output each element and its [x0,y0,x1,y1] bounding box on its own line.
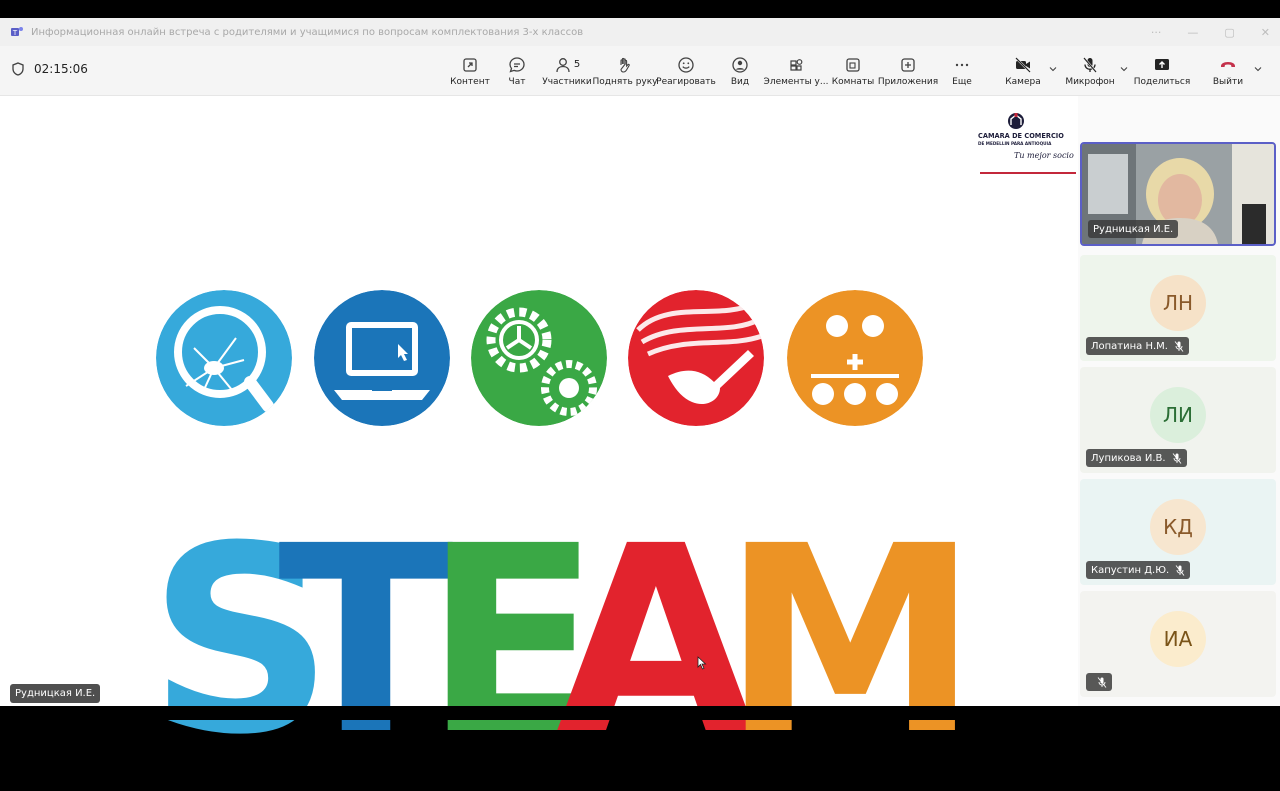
more-button[interactable]: Еще [946,46,978,96]
screen-top-bar [0,0,1280,18]
presenter-name-label: Рудницкая И.Е. [10,684,101,703]
participant-name-chip: Лопатина Н.М. [1086,337,1189,355]
participant-name-chip: Лупикова И.В. [1086,449,1187,467]
technology-laptop-icon [314,290,450,426]
participant-name: Капустин Д.Ю. [1091,564,1170,576]
participant-name-chip: Рудницкая И.Е. [1088,220,1179,238]
view-icon [732,56,748,73]
raise-hand-button[interactable]: Поднять руку [593,46,658,96]
participant-tile[interactable]: ЛИ Лупикова И.В. [1080,367,1276,473]
camera-button[interactable]: Камера [1002,46,1044,96]
participants-count: 5 [573,59,581,70]
logo-line2: DE MEDELLIN PARA ANTIOQUIA [978,141,1052,146]
leave-options-chevron-icon[interactable] [1253,64,1263,74]
share-content-icon [463,57,477,72]
mic-off-icon [1175,564,1185,576]
avatar: ЛН [1150,275,1206,331]
chamber-of-commerce-logo: CAMARA DE COMERCIO DE MEDELLIN PARA ANTI… [978,113,1074,160]
steam-letter-m: M [722,491,979,791]
participant-tile[interactable]: ЛН Лопатина Н.М. [1080,255,1276,361]
participants-rail: Рудницкая И.Е. ЛН Лопатина Н.М. ЛИ Лупик… [1078,96,1280,706]
title-bar: T Информационная онлайн встреча с родите… [0,18,1280,46]
share-button[interactable]: Поделиться [1134,46,1190,96]
engineering-gears-icon [471,290,607,426]
mic-off-icon [1172,452,1181,464]
participant-name: Рудницкая И.Е. [1093,223,1174,235]
art-brush-icon [628,290,764,426]
avatar: ЛИ [1150,387,1206,443]
maximize-icon[interactable]: ▢ [1224,26,1234,39]
hang-up-icon [1221,61,1235,67]
react-button[interactable]: Реагировать [656,46,716,96]
participant-tile-video[interactable]: Рудницкая И.Е. [1080,142,1276,246]
participant-name: Лупикова И.В. [1091,452,1166,464]
participant-tile[interactable]: КД Капустин Д.Ю. [1080,479,1276,585]
chat-icon [509,56,525,73]
meeting-title: Информационная онлайн встреча с родителя… [31,26,584,38]
participants-icon-wrap: 5 [554,56,580,74]
participants-button[interactable]: 5 Участники [540,46,594,96]
camera-options-chevron-icon[interactable] [1048,64,1058,74]
meeting-timer: 02:15:06 [12,62,88,76]
smiley-icon [678,56,694,73]
people-icon [556,57,570,72]
more-options-icon[interactable]: ··· [1151,26,1162,39]
svg-text:T: T [12,29,18,37]
microphone-button[interactable]: Микрофон [1064,46,1116,96]
teams-icon: T [11,27,23,37]
share-screen-icon [1155,58,1169,70]
mouse-pointer-icon [697,656,707,670]
add-app-icon [901,57,915,72]
participant-tile[interactable]: ИА [1080,591,1276,697]
close-icon[interactable]: ✕ [1261,26,1270,39]
mic-off-icon [1083,56,1097,73]
participant-name-chip: Капустин Д.Ю. [1086,561,1191,579]
elements-icon [790,58,803,71]
rooms-icon [846,57,860,72]
avatar: ИА [1150,611,1206,667]
teams-meeting-window: T Информационная онлайн встреча с родите… [0,18,1280,770]
science-magnifier-icon [156,290,292,426]
mic-off-icon [1174,340,1184,352]
participant-name: Лопатина Н.М. [1091,340,1168,352]
camera-off-icon [1015,56,1031,73]
chat-button[interactable]: Чат [500,46,534,96]
apps-elements-button[interactable]: Элементы у... [764,46,828,96]
content-button[interactable]: Контент [450,46,490,96]
screen-bottom-bar [0,706,1280,720]
timer-text: 02:15:06 [34,62,88,76]
mic-off-icon [1097,676,1107,688]
apps-button[interactable]: Приложения [878,46,938,96]
ellipsis-icon [955,63,969,66]
hand-icon [620,57,630,73]
logo-line1: CAMARA DE COMERCIO [978,132,1064,140]
avatar: КД [1150,499,1206,555]
participant-name-chip [1086,673,1112,691]
window-controls: ··· — ▢ ✕ [1151,18,1270,46]
meeting-toolbar: 02:15:06 Контент Чат 5 Участники Поднять… [0,46,1280,96]
shared-content-stage: CAMARA DE COMERCIO DE MEDELLIN PARA ANTI… [0,96,1078,770]
rooms-button[interactable]: Комнаты [832,46,874,96]
mic-options-chevron-icon[interactable] [1119,64,1129,74]
logo-underline [980,172,1076,174]
leave-button[interactable]: Выйти [1208,46,1248,96]
view-button[interactable]: Вид [724,46,756,96]
shield-icon [12,62,24,76]
minimize-icon[interactable]: — [1187,26,1198,39]
logo-tagline: Tu mejor socio [1014,151,1074,160]
math-symbols-icon [787,290,923,426]
